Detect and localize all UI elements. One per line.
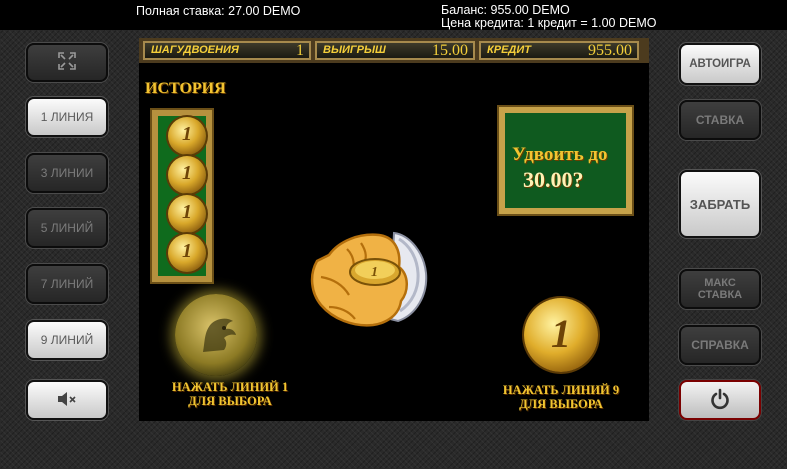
line-7-button[interactable]: 7 ЛИНИЙ bbox=[26, 264, 108, 304]
double-step-label: ШАГУДВОЕНИЯ bbox=[151, 44, 239, 56]
win-value: 15.00 bbox=[432, 42, 468, 59]
history-coin-3: 1 bbox=[168, 195, 206, 233]
history-coin-3-value: 1 bbox=[182, 201, 192, 223]
line-3-label: 3 ЛИНИИ bbox=[40, 166, 94, 180]
max-bet-button[interactable]: МАКС СТАВКА bbox=[679, 269, 761, 309]
help-label: СПРАВКА bbox=[691, 338, 749, 352]
history-panel: 1 1 1 1 bbox=[150, 108, 214, 284]
credit-label: КРЕДИТ bbox=[487, 44, 532, 56]
left-caption-line-1: НАЖАТЬ ЛИНИЙ 1 bbox=[171, 380, 289, 394]
info-bar: ШАГУДВОЕНИЯ 1 ВЫИГРЫШ 15.00 КРЕДИТ 955.0… bbox=[139, 38, 649, 63]
win-label: ВЫИГРЫШ bbox=[323, 44, 386, 56]
double-prompt: Удвоить до bbox=[512, 144, 608, 165]
right-caption-line-2: ДЛЯ ВЫБОРА bbox=[519, 397, 603, 411]
max-bet-label: МАКС СТАВКА bbox=[697, 277, 743, 301]
eagle-coin[interactable] bbox=[175, 294, 257, 376]
autoplay-label: АВТОИГРА bbox=[689, 58, 751, 70]
double-amount: 30.00? bbox=[523, 167, 584, 192]
history-coin-4-value: 1 bbox=[182, 240, 192, 262]
history-coin-4: 1 bbox=[168, 234, 206, 272]
history-coin-2-value: 1 bbox=[182, 162, 192, 184]
numeral-coin-value: 1 bbox=[551, 311, 571, 356]
line-5-button[interactable]: 5 ЛИНИЙ bbox=[26, 208, 108, 248]
balance-text: Баланс: 955.00 DEMO bbox=[441, 3, 570, 17]
help-button[interactable]: СПРАВКА bbox=[679, 325, 761, 365]
numeral-coin[interactable]: 1 bbox=[524, 298, 598, 372]
history-title: ИСТОРИЯ bbox=[145, 80, 226, 97]
double-step-value: 1 bbox=[296, 42, 304, 59]
power-icon bbox=[709, 388, 731, 413]
line-3-button[interactable]: 3 ЛИНИИ bbox=[26, 153, 108, 193]
double-step-cell: ШАГУДВОЕНИЯ 1 bbox=[143, 41, 311, 60]
autoplay-button[interactable]: АВТОИГРА bbox=[679, 43, 761, 85]
eagle-icon bbox=[203, 318, 236, 352]
sound-button[interactable] bbox=[26, 380, 108, 420]
left-pick-caption: НАЖАТЬ ЛИНИЙ 1 ДЛЯ ВЫБОРА bbox=[145, 380, 315, 408]
right-caption-line-1: НАЖАТЬ ЛИНИЙ 9 bbox=[502, 383, 620, 397]
history-coin-1-value: 1 bbox=[182, 123, 192, 145]
status-bar: Полная ставка: 27.00 DEMO Баланс: 955.00… bbox=[0, 0, 787, 30]
line-5-label: 5 ЛИНИЙ bbox=[40, 221, 94, 235]
line-9-button[interactable]: 9 ЛИНИЙ bbox=[26, 320, 108, 360]
double-offer-panel: Удвоить до 30.00? bbox=[497, 105, 634, 216]
bet-label: СТАВКА bbox=[695, 113, 745, 127]
power-button[interactable] bbox=[679, 380, 761, 420]
line-1-button[interactable]: 1 ЛИНИЯ bbox=[26, 97, 108, 137]
take-label: ЗАБРАТЬ bbox=[689, 196, 751, 212]
fullscreen-icon bbox=[58, 52, 76, 73]
total-bet-text: Полная ставка: 27.00 DEMO bbox=[136, 4, 301, 18]
line-9-label: 9 ЛИНИЙ bbox=[40, 333, 94, 347]
win-cell: ВЫИГРЫШ 15.00 bbox=[315, 41, 475, 60]
game-screen: ШАГУДВОЕНИЯ 1 ВЫИГРЫШ 15.00 КРЕДИТ 955.0… bbox=[139, 38, 649, 421]
left-caption-line-2: ДЛЯ ВЫБОРА bbox=[188, 394, 272, 408]
fist-with-coin: 1 bbox=[299, 225, 449, 360]
speaker-muted-icon bbox=[56, 390, 78, 411]
history-coin-2: 1 bbox=[168, 156, 206, 194]
credit-cell: КРЕДИТ 955.00 bbox=[479, 41, 639, 60]
take-button[interactable]: ЗАБРАТЬ bbox=[679, 170, 761, 238]
history-coin-1: 1 bbox=[168, 117, 206, 155]
svg-text:1: 1 bbox=[371, 265, 378, 280]
bet-button[interactable]: СТАВКА bbox=[679, 100, 761, 140]
credit-value: 955.00 bbox=[588, 42, 632, 59]
fullscreen-button[interactable] bbox=[26, 43, 108, 82]
line-7-label: 7 ЛИНИЙ bbox=[40, 277, 94, 291]
right-pick-caption: НАЖАТЬ ЛИНИЙ 9 ДЛЯ ВЫБОРА bbox=[486, 383, 636, 411]
line-1-label: 1 ЛИНИЯ bbox=[40, 110, 94, 124]
credit-price-text: Цена кредита: 1 кредит = 1.00 DEMO bbox=[441, 16, 657, 30]
